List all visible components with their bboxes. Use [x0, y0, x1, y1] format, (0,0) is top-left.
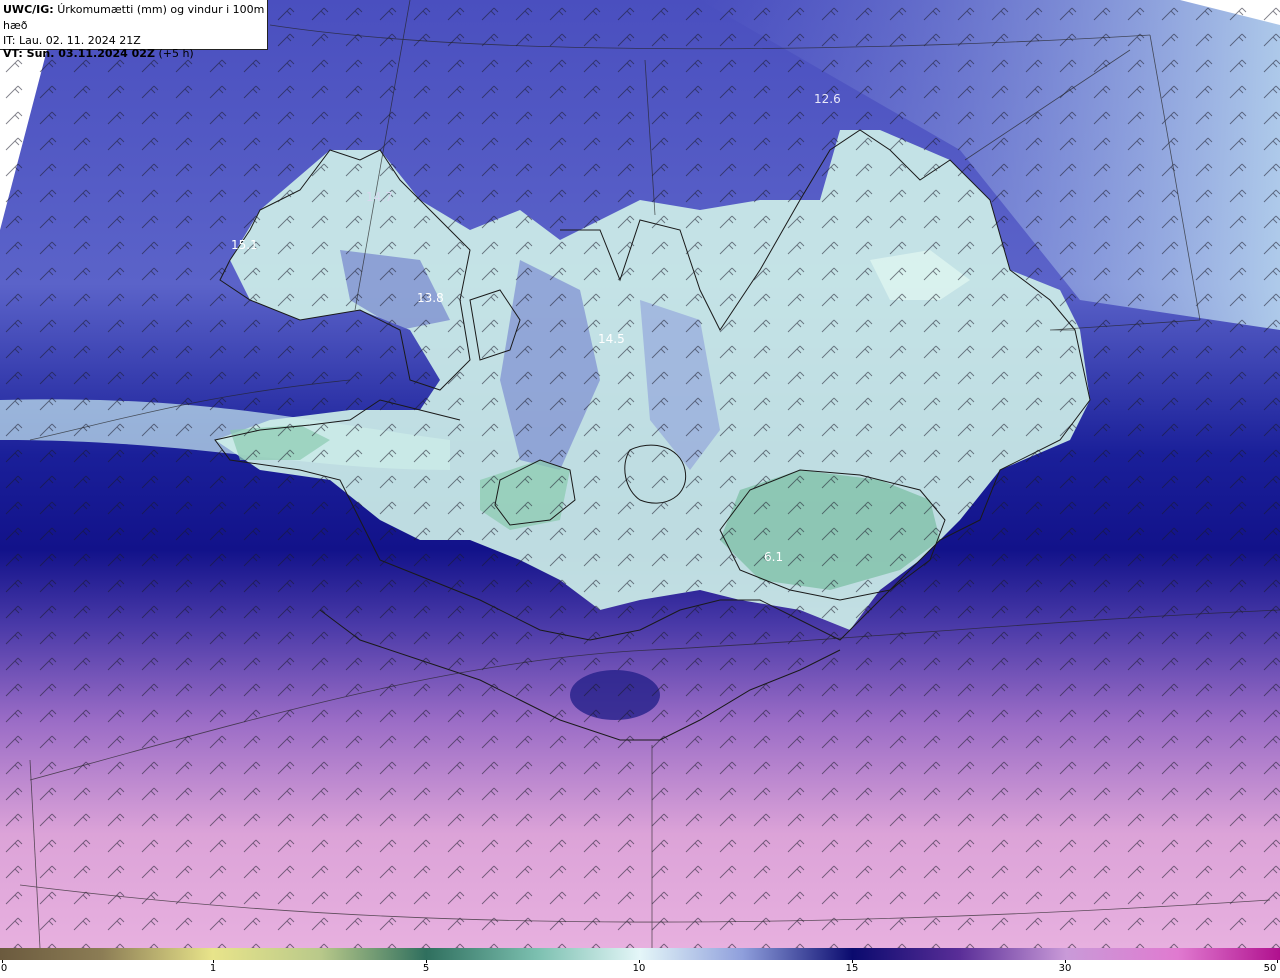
- map-value-label: 6.1: [764, 550, 784, 564]
- map-value-label: 12.6: [814, 92, 841, 106]
- valid-time: VT: Sun. 03.11.2024 02Z: [3, 47, 155, 60]
- map-value-label: 15.1: [231, 238, 258, 252]
- colorbar-tick: 0: [0, 963, 8, 974]
- colorbar-tick: 15: [845, 963, 859, 974]
- colorbar-tick: 1: [209, 963, 217, 974]
- map-header: UWC/IG: Úrkomumætti (mm) og vindur i 100…: [0, 0, 268, 60]
- colorbar-tick: 50: [1263, 963, 1277, 974]
- map-value-label: 13.8: [417, 291, 444, 305]
- colorbar-tick: 30: [1058, 963, 1072, 974]
- colorbar-strip: [0, 948, 1280, 960]
- forecast-offset: (+5 h): [158, 47, 194, 60]
- colorbar-tick: 5: [422, 963, 430, 974]
- model-name: UWC/IG:: [3, 3, 54, 16]
- weather-map: [0, 0, 1280, 948]
- init-time: IT: Lau. 02. 11. 2024 21Z: [3, 34, 141, 47]
- colorbar: 0 1 5 10 15 30 50: [0, 948, 1280, 978]
- map-value-label: 14.7: [366, 190, 393, 204]
- colorbar-tick: 10: [632, 963, 646, 974]
- map-value-label: 14.5: [598, 332, 625, 346]
